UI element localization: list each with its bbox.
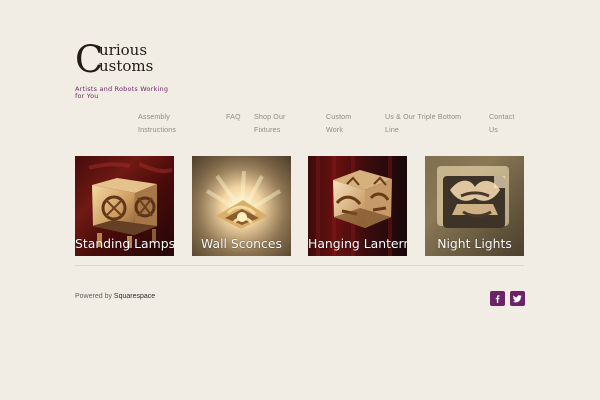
logo-second-word: ustoms [99,57,154,75]
wall-sconces-tile[interactable]: Wall Sconces [192,156,291,256]
twitter-button[interactable] [510,291,525,306]
facebook-icon [495,295,500,303]
footer-divider [75,265,524,266]
hanging-lanterns-label: Hanging Lanterns [308,236,407,251]
site-tagline: Artists and Robots Working for You [75,85,169,100]
squarespace-link[interactable]: Squarespace [114,293,155,300]
night-lights-label: Night Lights [437,236,512,251]
main-navigation: Assembly Instructions FAQ Shop Our Fixtu… [0,111,600,141]
website-page: C urious ustoms Artists and Robots Worki… [0,0,600,400]
wall-sconces-label: Wall Sconces [201,236,282,251]
nav-shop-fixtures[interactable]: Shop Our Fixtures [254,111,296,137]
product-category-gallery: Standing Lamps Wall Sconces Hanging Lant… [75,156,524,256]
powered-by-prefix: Powered by [75,293,112,300]
standing-lamps-label: Standing Lamps [75,236,174,251]
logo-first-word: urious [99,41,148,59]
nav-triple-bottom-line[interactable]: Us & Our Triple Bottom Line [385,111,467,137]
powered-by-credit: Powered by Squarespace [75,292,155,302]
standing-lamps-tile[interactable]: Standing Lamps [75,156,174,256]
night-lights-tile[interactable]: Night Lights [425,156,524,256]
nav-faq[interactable]: FAQ [226,111,246,124]
curious-customs-logo[interactable]: C urious ustoms [75,40,185,78]
facebook-button[interactable] [490,291,505,306]
nav-custom-work[interactable]: Custom Work [326,111,360,137]
twitter-icon [513,295,522,303]
nav-assembly-instructions[interactable]: Assembly Instructions [138,111,186,137]
nav-contact-us[interactable]: Contact Us [489,111,523,137]
hanging-lanterns-tile[interactable]: Hanging Lanterns [308,156,407,256]
